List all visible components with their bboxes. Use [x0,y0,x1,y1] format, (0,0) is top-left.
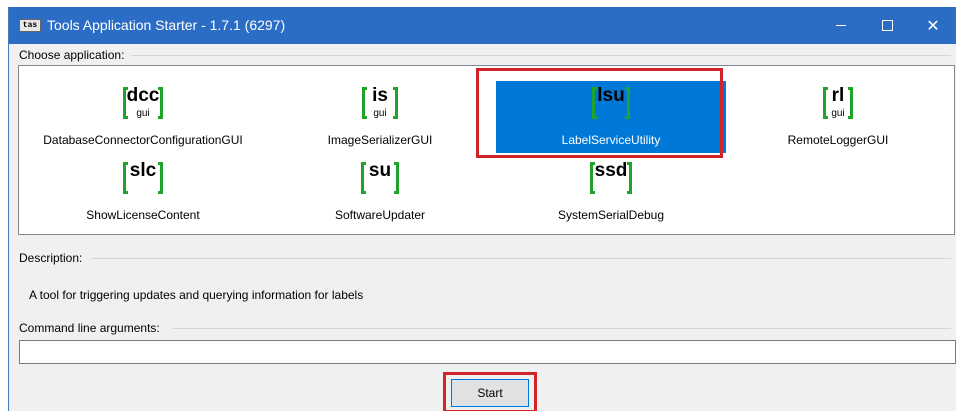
app-code: ssd [594,160,628,181]
app-logo-icon: tas [19,19,41,32]
description-text: A tool for triggering updates and queryi… [29,288,364,302]
app-item-su[interactable]: su SoftwareUpdater [265,156,495,230]
app-item-dcc[interactable]: dcc gui DatabaseConnectorConfigurationGU… [28,81,258,155]
minimize-button[interactable] [818,7,864,44]
close-icon: ✕ [926,17,940,35]
group-separator [131,55,951,56]
app-name: SystemSerialDebug [557,208,665,222]
app-name: RemoteLoggerGUI [787,133,889,147]
choose-application-label: Choose application: [19,48,125,62]
app-window: tas Tools Application Starter - 1.7.1 (6… [8,7,956,411]
app-code: is [372,85,388,106]
start-button[interactable]: Start [451,379,529,407]
app-code: rl [831,85,845,106]
app-code: dcc [126,85,160,106]
app-name: DatabaseConnectorConfigurationGUI [43,133,243,147]
description-label: Description: [19,251,83,265]
app-name: ShowLicenseContent [86,208,200,222]
app-subcode: gui [136,108,150,119]
is-app-icon: is gui [362,85,398,125]
close-button[interactable]: ✕ [910,7,956,44]
group-separator [173,328,951,329]
minimize-icon [836,25,846,26]
app-subcode: gui [831,108,845,119]
window-title: Tools Application Starter - 1.7.1 (6297) [47,17,286,33]
app-item-rl[interactable]: rl gui RemoteLoggerGUI [723,81,953,155]
app-name: SoftwareUpdater [334,208,426,222]
app-name: ImageSerializerGUI [327,133,433,147]
maximize-button[interactable] [864,7,910,44]
selection-highlight-frame [476,68,723,158]
maximize-icon [881,20,893,31]
app-item-slc[interactable]: slc ShowLicenseContent [28,156,258,230]
title-bar[interactable]: tas Tools Application Starter - 1.7.1 (6… [9,7,956,44]
group-separator [91,258,951,259]
app-item-ssd[interactable]: ssd SystemSerialDebug [496,156,726,230]
app-item-is[interactable]: is gui ImageSerializerGUI [265,81,495,155]
su-app-icon: su [361,160,399,200]
app-code: su [368,160,392,181]
command-line-input[interactable] [19,340,956,364]
command-line-label: Command line arguments: [19,321,160,335]
ssd-app-icon: ssd [590,160,632,200]
app-subcode: gui [373,108,387,119]
dcc-app-icon: dcc gui [123,85,163,125]
app-code: slc [129,160,157,181]
rl-app-icon: rl gui [823,85,853,125]
slc-app-icon: slc [123,160,163,200]
